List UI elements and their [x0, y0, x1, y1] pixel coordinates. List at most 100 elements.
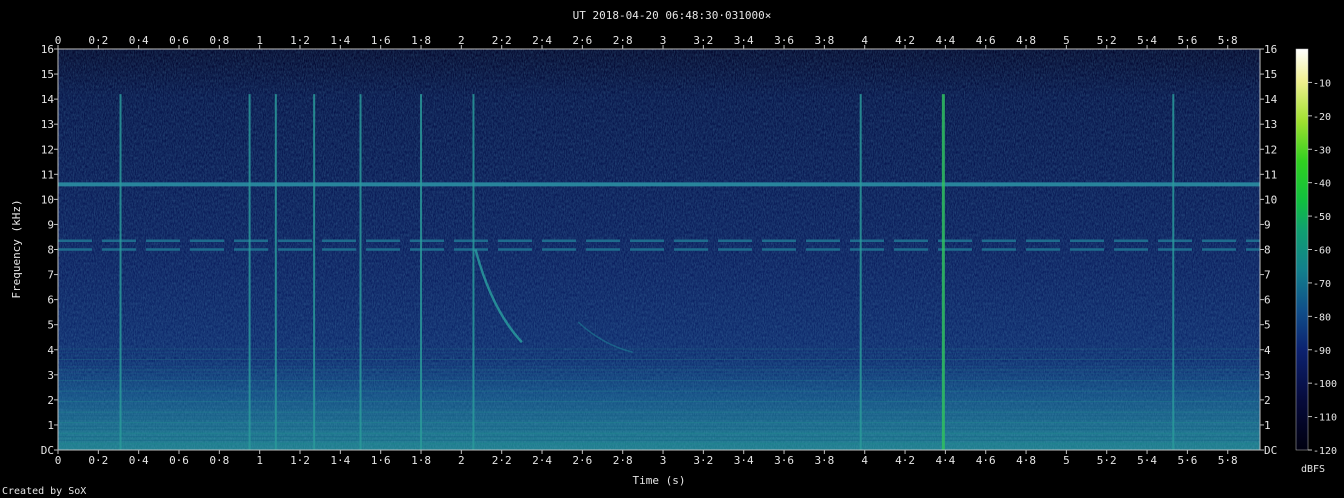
x-axis-bottom: 0 0·2 0·4 0·6 0·8 1 1·2 1·4 1·6 1·8 2 2·2 2·4 2·6 2·8 3…	[55, 450, 1238, 467]
y-tick-label: 8	[47, 244, 54, 257]
x-tick-label: 2·4	[532, 454, 552, 467]
x-tick-label: 4	[861, 454, 868, 467]
footer-credit: Created by SoX	[2, 486, 86, 497]
y-tick-label: 14	[1264, 93, 1278, 106]
y-tick-label: 9	[1264, 218, 1271, 231]
x-tick-label: 2·6	[572, 34, 592, 47]
colorbar-tick-label: -50	[1313, 212, 1331, 223]
colorbar-tick-label: -110	[1313, 413, 1337, 424]
y-tick-label: 9	[47, 218, 54, 231]
colorbar-tick-label: -40	[1313, 179, 1331, 190]
x-tick-label: 3·8	[814, 454, 834, 467]
x-tick-label: 4·6	[976, 34, 996, 47]
y-tick-label: 4	[47, 344, 54, 357]
x-tick-label: 0·4	[129, 34, 149, 47]
x-tick-label: 2·6	[572, 454, 592, 467]
x-tick-label: 4	[861, 34, 868, 47]
x-tick-label: 0	[55, 34, 62, 47]
x-tick-label: 0·2	[88, 454, 108, 467]
y-tick-label: 12	[41, 143, 54, 156]
x-tick-label: 3·4	[734, 454, 754, 467]
y-tick-label: 6	[47, 294, 54, 307]
y-axis-label: Frequency (kHz)	[10, 199, 23, 298]
x-tick-label: 5	[1063, 454, 1070, 467]
x-tick-label: 3	[660, 454, 667, 467]
x-tick-label: 0·2	[88, 34, 108, 47]
colorbar-tick-label: -10	[1313, 78, 1331, 89]
colorbar-tick-label: -20	[1313, 112, 1331, 123]
x-tick-label: 1·6	[371, 34, 391, 47]
x-axis-label: Time (s)	[633, 474, 686, 487]
y-tick-label: 13	[1264, 118, 1277, 131]
y-tick-label: 3	[47, 369, 54, 382]
y-tick-label: 5	[47, 319, 54, 332]
x-tick-label: 0·4	[129, 454, 149, 467]
y-tick-label: 16	[1264, 43, 1277, 56]
y-tick-label: 8	[1264, 244, 1271, 257]
y-tick-label: 2	[47, 394, 54, 407]
y-tick-label: 11	[41, 168, 54, 181]
x-tick-label: 1·4	[330, 34, 350, 47]
x-tick-label: 0·8	[209, 34, 229, 47]
x-tick-label: 5·4	[1137, 34, 1157, 47]
x-tick-label: 2·2	[492, 454, 512, 467]
x-tick-label: 1·4	[330, 454, 350, 467]
x-tick-label: 1·2	[290, 454, 310, 467]
x-tick-label: 4·2	[895, 34, 915, 47]
y-tick-label: 13	[41, 118, 54, 131]
colorbar-tick-label: -90	[1313, 346, 1331, 357]
x-tick-label: 5·8	[1218, 454, 1238, 467]
y-tick-label: 16	[41, 43, 54, 56]
x-tick-label: 2·4	[532, 34, 552, 47]
x-tick-label: 1	[256, 34, 263, 47]
x-tick-label: 4·2	[895, 454, 915, 467]
y-tick-label: DC	[41, 444, 54, 457]
x-tick-label: 5·6	[1177, 454, 1197, 467]
x-tick-label: 1·2	[290, 34, 310, 47]
y-axis-left: DC12345678910111213141516	[41, 43, 58, 457]
x-tick-label: 3·6	[774, 454, 794, 467]
y-tick-label: 11	[1264, 168, 1277, 181]
colorbar-tick-label: -100	[1313, 379, 1337, 390]
plot-area	[57, 48, 1261, 451]
x-tick-label: 5·4	[1137, 454, 1157, 467]
x-tick-label: 3·6	[774, 34, 794, 47]
x-tick-label: 3	[660, 34, 667, 47]
x-tick-label: 4·8	[1016, 34, 1036, 47]
x-tick-label: 2·8	[613, 34, 633, 47]
y-tick-label: 1	[1264, 419, 1271, 432]
x-tick-label: 5·8	[1218, 34, 1238, 47]
x-tick-label: 3·2	[693, 34, 713, 47]
colorbar-tick-label: -60	[1313, 246, 1331, 257]
x-tick-label: 1·8	[411, 454, 431, 467]
y-tick-label: 15	[41, 68, 54, 81]
x-tick-label: 4·4	[935, 454, 955, 467]
y-tick-label: DC	[1264, 444, 1277, 457]
y-tick-label: 5	[1264, 319, 1271, 332]
colorbar-label: dBFS	[1301, 464, 1325, 475]
x-tick-label: 1	[256, 454, 263, 467]
colorbar-tick-label: -30	[1313, 145, 1331, 156]
x-tick-label: 5	[1063, 34, 1070, 47]
x-tick-label: 1·8	[411, 34, 431, 47]
y-tick-label: 6	[1264, 294, 1271, 307]
chart-title: UT 2018-04-20 06:48:30·031000×	[573, 9, 772, 22]
x-tick-label: 3·4	[734, 34, 754, 47]
x-tick-label: 2	[458, 34, 465, 47]
y-tick-label: 7	[47, 269, 54, 282]
x-tick-label: 2	[458, 454, 465, 467]
x-axis-top: 0 0·2 0·4 0·6 0·8 1 1·2 1·4 1·6 1·8 2 2·2 2·4 2·6 2·8 3…	[55, 34, 1238, 49]
y-tick-label: 10	[41, 193, 54, 206]
colorbar-tick-label: -80	[1313, 312, 1331, 323]
spectrogram-chart: UT 2018-04-20 06:48:30·031000× 0 0·2 0·4 0·…	[2, 9, 1337, 497]
y-tick-label: 1	[47, 419, 54, 432]
x-tick-label: 2·2	[492, 34, 512, 47]
x-tick-label: 2·8	[613, 454, 633, 467]
x-tick-label: 0·8	[209, 454, 229, 467]
x-tick-label: 3·2	[693, 454, 713, 467]
x-tick-label: 0	[55, 454, 62, 467]
x-tick-label: 0·6	[169, 454, 189, 467]
y-tick-label: 12	[1264, 143, 1277, 156]
x-tick-label: 0·6	[169, 34, 189, 47]
y-tick-label: 10	[1264, 193, 1277, 206]
